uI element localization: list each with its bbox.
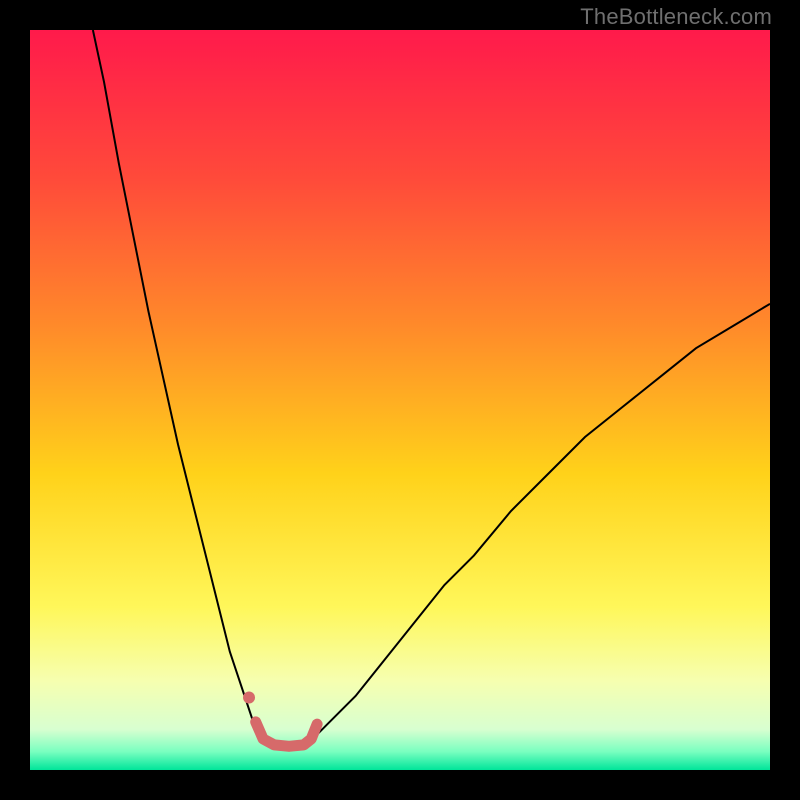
left-dot [243,691,255,703]
watermark-text: TheBottleneck.com [580,4,772,30]
chart-background [30,30,770,770]
outer-frame: TheBottleneck.com [0,0,800,800]
chart-canvas [30,30,770,770]
